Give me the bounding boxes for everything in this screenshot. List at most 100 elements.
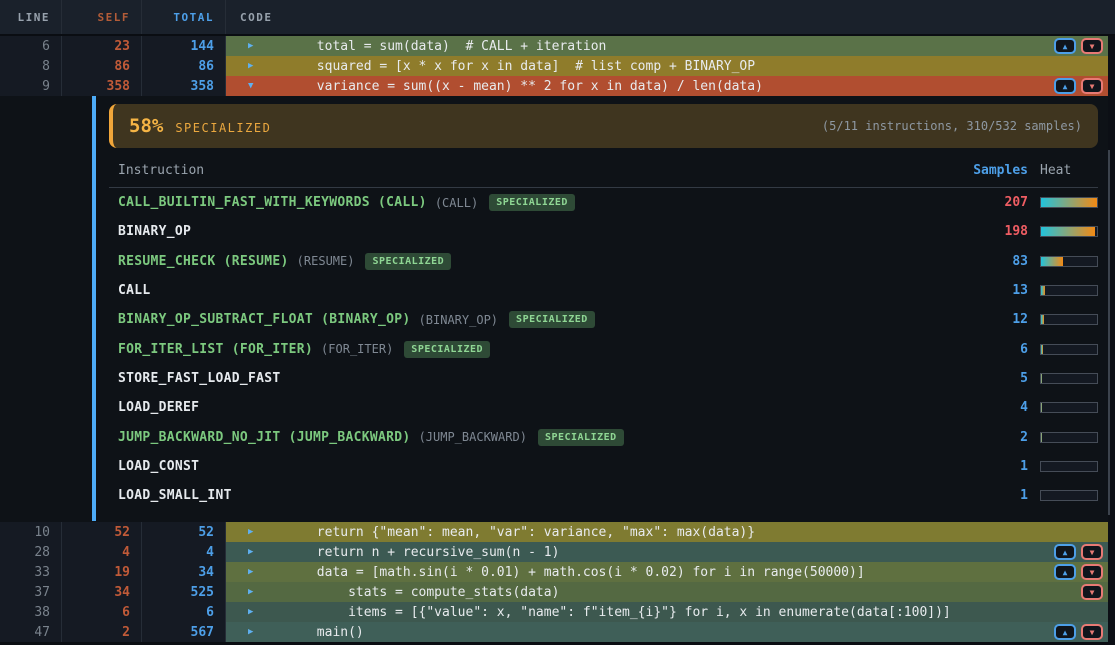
code-text: return {"mean": mean, "var": variance, "… — [262, 525, 755, 540]
heat-bar-fill — [1041, 227, 1095, 236]
move-down-button[interactable]: ▼ — [1081, 564, 1103, 580]
total-time-cell: 567 — [142, 622, 226, 642]
expand-arrow-icon[interactable]: ▶ — [248, 547, 262, 557]
expand-arrow-icon[interactable]: ▶ — [248, 61, 262, 71]
total-column-header[interactable]: TOTAL — [142, 0, 226, 34]
expand-arrow-icon[interactable]: ▶ — [248, 567, 262, 577]
self-column-header[interactable]: SELF — [62, 0, 142, 34]
specialization-summary-panel: 58% SPECIALIZED (5/11 instructions, 310/… — [109, 104, 1098, 148]
code-line-row[interactable]: 28 4 4 ▶ return n + recursive_sum(n - 1)… — [0, 542, 1115, 562]
samples-count: 13 — [968, 283, 1028, 298]
code-line-row[interactable]: 47 2 567 ▶ main() ▲▼ — [0, 622, 1115, 642]
heat-bar — [1040, 197, 1098, 208]
move-up-button[interactable]: ▲ — [1054, 78, 1076, 94]
expand-arrow-icon[interactable]: ▶ — [248, 527, 262, 537]
instruction-row: LOAD_DEREF 4 — [109, 393, 1098, 422]
move-down-button[interactable]: ▼ — [1081, 38, 1103, 54]
instruction-base-name: (CALL) — [435, 196, 478, 210]
instruction-name-group: LOAD_DEREF — [118, 400, 968, 415]
expand-arrow-icon[interactable]: ▶ — [248, 41, 262, 51]
specialized-badge: SPECIALIZED — [509, 311, 595, 328]
instruction-base-name: (FOR_ITER) — [321, 342, 393, 356]
instruction-row: LOAD_CONST 1 — [109, 452, 1098, 481]
heat-bar-track — [1040, 344, 1098, 355]
total-time-cell: 6 — [142, 602, 226, 622]
code-text: items = [{"value": x, "name": f"item_{i}… — [262, 605, 951, 620]
instruction-name-group: CALL — [118, 283, 968, 298]
code-cell[interactable]: ▶ stats = compute_stats(data) ▼ — [226, 582, 1115, 602]
heat-bar — [1040, 344, 1098, 355]
instruction-row: BINARY_OP 198 — [109, 217, 1098, 246]
instruction-row: CALL_BUILTIN_FAST_WITH_KEYWORDS (CALL) (… — [109, 188, 1098, 217]
expand-arrow-icon[interactable]: ▶ — [248, 607, 262, 617]
code-line-row[interactable]: 37 34 525 ▶ stats = compute_stats(data) … — [0, 582, 1115, 602]
code-cell[interactable]: ▶ main() ▲▼ — [226, 622, 1115, 642]
instruction-row: CALL 13 — [109, 276, 1098, 305]
line-number-cell: 10 — [0, 522, 62, 542]
code-line-row[interactable]: 6 23 144 ▶ total = sum(data) # CALL + it… — [0, 36, 1115, 56]
code-cell[interactable]: ▶ squared = [x * x for x in data] # list… — [226, 56, 1115, 76]
code-cell[interactable]: ▶ return n + recursive_sum(n - 1) ▲▼ — [226, 542, 1115, 562]
row-buttons: ▲▼ — [1054, 78, 1103, 94]
heat-bar-fill — [1041, 403, 1042, 412]
move-up-button[interactable]: ▲ — [1054, 544, 1076, 560]
code-line-row[interactable]: 10 52 52 ▶ return {"mean": mean, "var": … — [0, 522, 1115, 542]
code-text: data = [math.sin(i * 0.01) + math.cos(i … — [262, 565, 865, 580]
specialized-label: SPECIALIZED — [175, 121, 271, 135]
instruction-base-name: (RESUME) — [297, 254, 355, 268]
expand-arrow-icon[interactable]: ▶ — [248, 627, 262, 637]
instruction-name-group: LOAD_CONST — [118, 459, 968, 474]
total-time-cell: 86 — [142, 56, 226, 76]
samples-count: 2 — [968, 430, 1028, 445]
code-rows-bottom: 10 52 52 ▶ return {"mean": mean, "var": … — [0, 522, 1115, 642]
move-up-button[interactable]: ▲ — [1054, 38, 1076, 54]
total-time-cell: 34 — [142, 562, 226, 582]
instruction-name: CALL_BUILTIN_FAST_WITH_KEYWORDS (CALL) — [118, 195, 427, 210]
specialized-badge: SPECIALIZED — [489, 194, 575, 211]
code-text: total = sum(data) # CALL + iteration — [262, 39, 606, 54]
move-down-button[interactable]: ▼ — [1081, 624, 1103, 640]
self-time-cell: 2 — [62, 622, 142, 642]
code-cell[interactable]: ▶ return {"mean": mean, "var": variance,… — [226, 522, 1115, 542]
code-cell[interactable]: ▶ total = sum(data) # CALL + iteration ▲… — [226, 36, 1115, 56]
instruction-name: JUMP_BACKWARD_NO_JIT (JUMP_BACKWARD) — [118, 430, 411, 445]
heat-bar-fill — [1041, 286, 1045, 295]
samples-header[interactable]: Samples — [968, 163, 1028, 178]
move-up-button[interactable]: ▲ — [1054, 564, 1076, 580]
code-line-row[interactable]: 8 86 86 ▶ squared = [x * x for x in data… — [0, 56, 1115, 76]
heat-bar — [1040, 226, 1098, 237]
heat-bar-track — [1040, 461, 1098, 472]
code-line-row[interactable]: 9 358 358 ▼ variance = sum((x - mean) **… — [0, 76, 1115, 96]
heat-bar — [1040, 432, 1098, 443]
code-cell[interactable]: ▶ items = [{"value": x, "name": f"item_{… — [226, 602, 1115, 622]
code-cell[interactable]: ▼ variance = sum((x - mean) ** 2 for x i… — [226, 76, 1115, 96]
instruction-name-group: JUMP_BACKWARD_NO_JIT (JUMP_BACKWARD) (JU… — [118, 429, 968, 446]
move-down-button[interactable]: ▼ — [1081, 78, 1103, 94]
scrollbar-thumb[interactable] — [1108, 150, 1110, 515]
move-down-button[interactable]: ▼ — [1081, 584, 1103, 600]
self-time-cell: 6 — [62, 602, 142, 622]
code-text: squared = [x * x for x in data] # list c… — [262, 59, 755, 74]
expand-arrow-icon[interactable]: ▼ — [248, 81, 262, 91]
self-time-cell: 86 — [62, 56, 142, 76]
specialized-badge: SPECIALIZED — [538, 429, 624, 446]
code-line-row[interactable]: 33 19 34 ▶ data = [math.sin(i * 0.01) + … — [0, 562, 1115, 582]
code-line-row[interactable]: 38 6 6 ▶ items = [{"value": x, "name": f… — [0, 602, 1115, 622]
samples-count: 207 — [968, 195, 1028, 210]
samples-count: 4 — [968, 400, 1028, 415]
specialized-percent: 58% — [129, 115, 163, 137]
instruction-row: LOAD_SMALL_INT 1 — [109, 481, 1098, 510]
code-column-header: CODE — [226, 0, 1115, 34]
heat-bar — [1040, 256, 1098, 267]
instruction-name-group: STORE_FAST_LOAD_FAST — [118, 371, 968, 386]
instruction-name-group: RESUME_CHECK (RESUME) (RESUME) SPECIALIZ… — [118, 253, 968, 270]
specialized-detail: (5/11 instructions, 310/532 samples) — [822, 119, 1082, 133]
total-time-cell: 358 — [142, 76, 226, 96]
code-cell[interactable]: ▶ data = [math.sin(i * 0.01) + math.cos(… — [226, 562, 1115, 582]
move-down-button[interactable]: ▼ — [1081, 544, 1103, 560]
total-time-cell: 525 — [142, 582, 226, 602]
row-buttons: ▼ — [1081, 584, 1103, 600]
expand-arrow-icon[interactable]: ▶ — [248, 587, 262, 597]
samples-count: 1 — [968, 488, 1028, 503]
move-up-button[interactable]: ▲ — [1054, 624, 1076, 640]
